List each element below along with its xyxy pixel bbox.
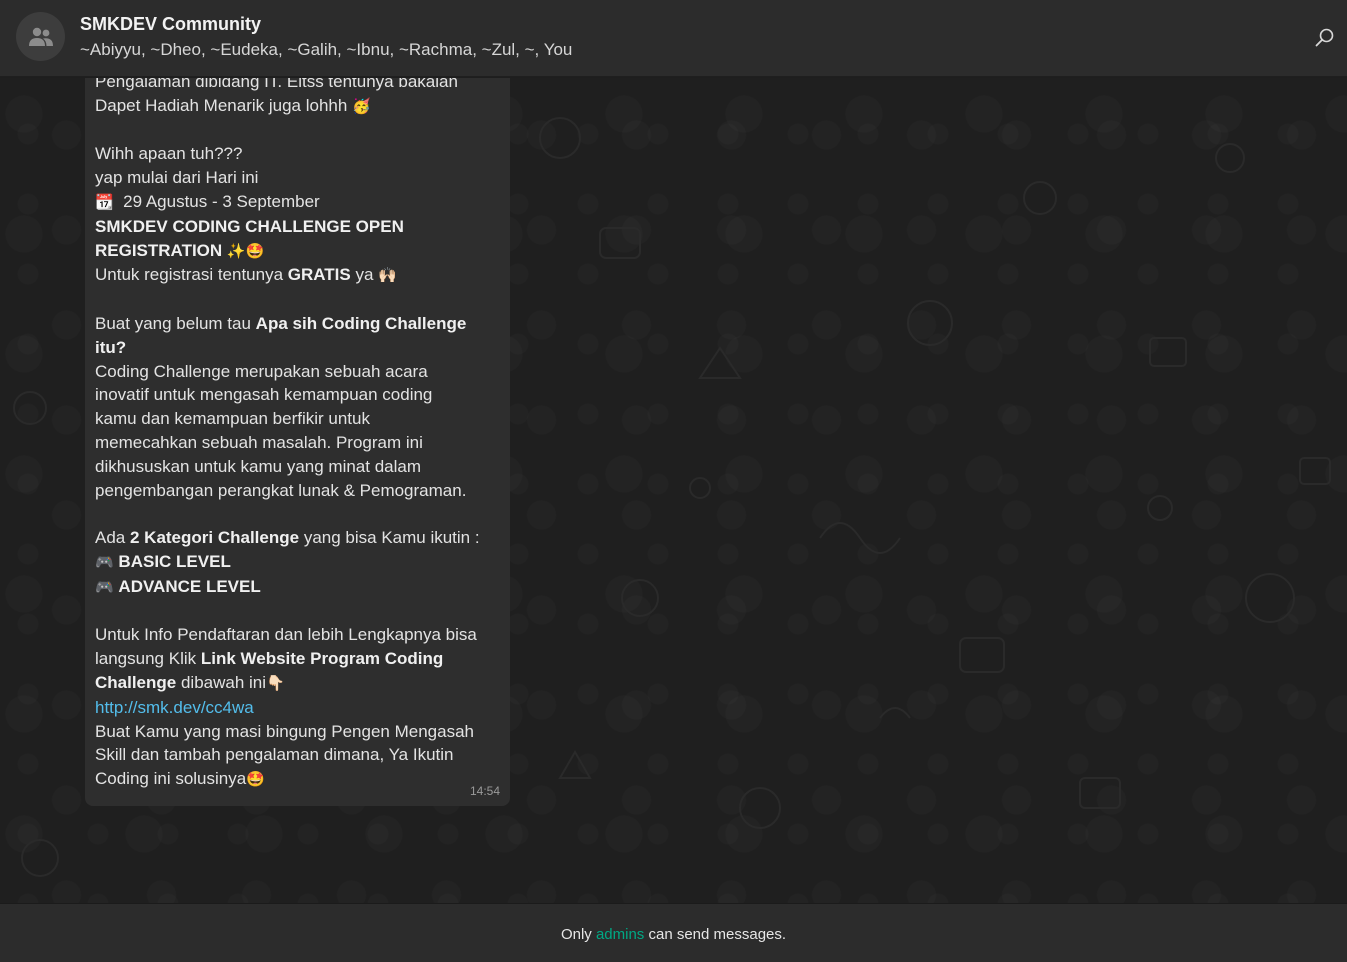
- msg-line: Coding Challenge merupakan sebuah acara: [95, 361, 428, 381]
- msg-line: memecahkan sebuah masalah. Program ini: [95, 432, 423, 452]
- message-text: Pengalaman dibidang IT. Eitss tentunya b…: [95, 78, 495, 792]
- msg-line: 29 Agustus - 3 September: [123, 191, 320, 211]
- search-icon: [1315, 28, 1334, 47]
- msg-bold: 2 Kategori Challenge: [129, 528, 300, 548]
- message-timestamp: 14:54: [469, 784, 500, 798]
- raised-hands-emoji-icon: 🙌🏻: [378, 267, 397, 285]
- admin-only-notice: Only admins can send messages.: [0, 903, 1347, 962]
- search-button[interactable]: [1313, 26, 1337, 50]
- msg-line: Pengalaman dibidang IT. Eitss tentunya b…: [95, 78, 458, 91]
- msg-line: Untuk Info Pendaftaran dan lebih Lengkap…: [95, 625, 477, 645]
- msg-line: Untuk registrasi tentunya: [95, 265, 288, 285]
- pointing-down-emoji-icon: 👇🏻: [266, 674, 285, 692]
- msg-bold: BASIC LEVEL: [118, 551, 231, 571]
- msg-bold: Challenge: [95, 672, 177, 692]
- msg-line: Dapet Hadiah Menarik juga lohhh: [95, 95, 348, 115]
- chat-title[interactable]: SMKDEV Community: [80, 14, 261, 35]
- group-icon: [29, 27, 53, 46]
- msg-line: Buat Kamu yang masi bingung Pengen Menga…: [95, 721, 474, 741]
- star-struck-emoji-icon: 🤩: [246, 771, 265, 789]
- chat-area[interactable]: Pengalaman dibidang IT. Eitss tentunya b…: [0, 78, 1347, 903]
- chat-window: SMKDEV Community ~Abiyyu, ~Dheo, ~Eudeka…: [0, 0, 1347, 962]
- msg-line: Ada: [95, 528, 130, 548]
- group-avatar[interactable]: [16, 12, 65, 61]
- msg-line: Wihh apaan tuh???: [95, 144, 243, 164]
- msg-bold: ADVANCE LEVEL: [118, 576, 261, 596]
- member-list[interactable]: ~Abiyyu, ~Dheo, ~Eudeka, ~Galih, ~Ibnu, …: [80, 40, 572, 60]
- msg-line: yang bisa Kamu ikutin :: [299, 528, 480, 548]
- msg-line: kamu dan kemampuan berfikir untuk: [95, 409, 370, 429]
- msg-bold: GRATIS: [287, 265, 351, 285]
- msg-bold: itu?: [95, 337, 127, 357]
- msg-line: Coding ini solusinya: [95, 769, 247, 789]
- msg-line: langsung Klik: [95, 649, 201, 669]
- msg-line: dibawah ini: [176, 672, 267, 692]
- gamepad-emoji-icon: 🎮: [95, 578, 114, 596]
- msg-bold: SMKDEV CODING CHALLENGE OPEN: [95, 216, 404, 236]
- msg-bold: Apa sih Coding Challenge: [255, 313, 467, 333]
- program-link[interactable]: http://smk.dev/cc4wa: [95, 698, 254, 717]
- admins-link[interactable]: admins: [596, 926, 644, 943]
- gamepad-emoji-icon: 🎮: [95, 553, 114, 571]
- msg-line: Buat yang belum tau: [95, 313, 256, 333]
- msg-line: yap mulai dari Hari ini: [95, 168, 259, 188]
- calendar-emoji-icon: 📆: [95, 193, 114, 211]
- msg-line: Skill dan tambah pengalaman dimana, Ya I…: [95, 745, 454, 765]
- notice-text: Only: [560, 926, 596, 943]
- msg-line: inovatif untuk mengasah kemampuan coding: [95, 385, 433, 405]
- message-bubble[interactable]: Pengalaman dibidang IT. Eitss tentunya b…: [85, 78, 510, 806]
- notice-text: can send messages.: [644, 926, 787, 943]
- msg-line: pengembangan perangkat lunak & Pemograma…: [95, 480, 467, 500]
- chat-header[interactable]: SMKDEV Community ~Abiyyu, ~Dheo, ~Eudeka…: [0, 0, 1347, 77]
- msg-line: dikhususkan untuk kamu yang minat dalam: [95, 456, 422, 476]
- party-emoji-icon: 🥳: [352, 97, 371, 115]
- msg-bold: Link Website Program Coding: [200, 649, 444, 669]
- msg-line: ya: [350, 265, 374, 285]
- msg-bold: REGISTRATION: [95, 240, 223, 260]
- sparkle-emoji-icon: ✨🤩: [226, 242, 265, 260]
